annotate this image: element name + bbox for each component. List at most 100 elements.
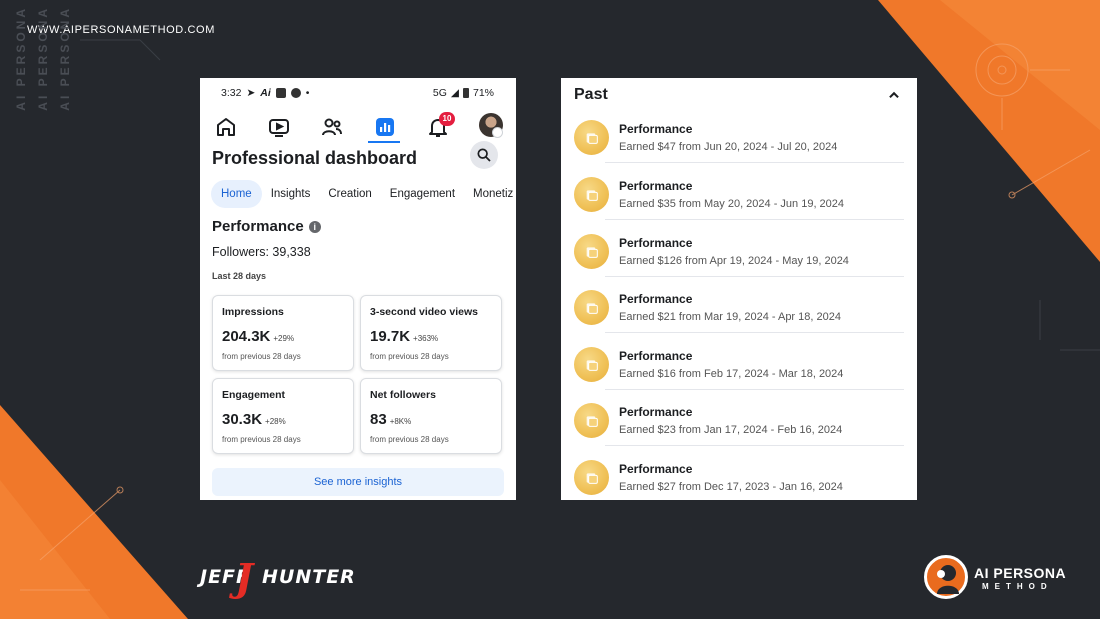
- list-item[interactable]: Performance Earned $47 from Jun 20, 2024…: [561, 116, 917, 172]
- page-title: Professional dashboard: [212, 148, 418, 168]
- divider: [605, 445, 904, 446]
- coin-stack-icon: [574, 234, 609, 269]
- card-note: from previous 28 days: [370, 352, 449, 361]
- divider: [605, 276, 904, 277]
- tab-monetization[interactable]: Monetiz: [464, 180, 516, 208]
- coin-stack-icon: [574, 347, 609, 382]
- vertical-brand-text: AI PERSONA: [58, 6, 72, 111]
- app-icon: Ai: [260, 87, 271, 99]
- payout-title: Performance: [619, 462, 693, 476]
- vertical-brand-text: AI PERSONA: [14, 6, 28, 111]
- card-note: from previous 28 days: [222, 352, 301, 361]
- coin-stack-icon: [574, 290, 609, 325]
- list-item[interactable]: Performance Earned $23 from Jan 17, 2024…: [561, 399, 917, 455]
- jeff-hunter-logo: JEFF J HUNTER: [200, 555, 355, 600]
- status-time: 3:32: [221, 87, 242, 99]
- network-label: 5G: [432, 87, 447, 99]
- list-item[interactable]: Performance Earned $27 from Dec 17, 2023…: [561, 456, 917, 500]
- telegram-icon: ➤: [246, 87, 256, 99]
- battery-level: 71%: [472, 87, 494, 99]
- engagement-card[interactable]: Engagement 30.3K +28% from previous 28 da…: [212, 378, 354, 454]
- list-item[interactable]: Performance Earned $126 from Apr 19, 202…: [561, 230, 917, 286]
- background-decoration: [0, 0, 1100, 619]
- card-delta: +8K%: [389, 417, 412, 426]
- ai-persona-badge-icon: [924, 555, 968, 599]
- divider: [605, 219, 904, 220]
- card-label: Net followers: [370, 389, 436, 401]
- coin-stack-icon: [574, 120, 609, 155]
- card-value: 83 +8K%: [370, 411, 412, 428]
- card-value: 30.3K +28%: [222, 411, 286, 428]
- menu-icon: [492, 127, 503, 138]
- dashboard-icon[interactable]: [373, 115, 397, 139]
- linkedin-icon: [275, 88, 286, 98]
- card-note: from previous 28 days: [222, 435, 301, 444]
- period-label: Last 28 days: [212, 271, 267, 281]
- logo-j: J: [235, 555, 253, 600]
- card-value: 19.7K +363%: [370, 328, 439, 345]
- payout-description: Earned $23 from Jan 17, 2024 - Feb 16, 2…: [619, 424, 843, 436]
- payout-title: Performance: [619, 405, 693, 419]
- card-note: from previous 28 days: [370, 435, 449, 444]
- card-label: Engagement: [222, 389, 286, 401]
- tab-insights[interactable]: Insights: [262, 180, 320, 208]
- logo-name: AI PERSONA: [974, 565, 1067, 581]
- past-payouts-screenshot: Past Performance Earned $47 from Jun 20,…: [561, 78, 917, 500]
- divider: [605, 162, 904, 163]
- performance-title: Performance: [212, 218, 304, 235]
- search-button[interactable]: [470, 141, 498, 169]
- divider: [605, 332, 904, 333]
- video-icon[interactable]: [267, 115, 291, 139]
- section-title: Past: [574, 86, 608, 103]
- card-label: Impressions: [222, 306, 284, 318]
- payout-title: Performance: [619, 122, 693, 136]
- card-value: 204.3K +29%: [222, 328, 295, 345]
- tab-home[interactable]: Home: [211, 180, 262, 208]
- payout-description: Earned $47 from Jun 20, 2024 - Jul 20, 2…: [619, 141, 838, 153]
- home-icon[interactable]: [214, 115, 238, 139]
- friends-icon[interactable]: [320, 115, 344, 139]
- battery-icon: [462, 88, 469, 98]
- payout-title: Performance: [619, 236, 693, 250]
- coin-stack-icon: [574, 460, 609, 495]
- payout-description: Earned $35 from May 20, 2024 - Jun 19, 2…: [619, 198, 845, 210]
- site-url: WWW.AIPERSONAMETHOD.COM: [27, 24, 215, 36]
- tab-creation[interactable]: Creation: [319, 180, 380, 208]
- dashboard-screenshot: 3:32 ➤ Ai • 5G ◢ 71% 10 Professional das…: [200, 78, 516, 500]
- logo-text-right: HUNTER: [262, 566, 356, 588]
- ai-persona-logo: AI PERSONA METHOD: [924, 555, 1074, 603]
- top-nav: 10: [200, 112, 516, 143]
- dashboard-tabs: Home Insights Creation Engagement Monetiz: [211, 180, 516, 208]
- payout-title: Performance: [619, 349, 693, 363]
- payout-title: Performance: [619, 179, 693, 193]
- chevron-up-icon[interactable]: [887, 88, 901, 102]
- active-tab-indicator: [368, 141, 400, 143]
- card-label: 3-second video views: [370, 306, 478, 318]
- coin-stack-icon: [574, 403, 609, 438]
- list-item[interactable]: Performance Earned $16 from Feb 17, 2024…: [561, 343, 917, 399]
- card-delta: +29%: [273, 334, 295, 343]
- net-followers-card[interactable]: Net followers 83 +8K% from previous 28 da…: [360, 378, 502, 454]
- facebook-icon: [290, 88, 301, 98]
- card-delta: +28%: [265, 417, 286, 426]
- video-views-card[interactable]: 3-second video views 19.7K +363% from pre…: [360, 295, 502, 371]
- followers-count: Followers: 39,338: [212, 245, 311, 259]
- payout-description: Earned $126 from Apr 19, 2024 - May 19, …: [619, 255, 849, 267]
- coin-stack-icon: [574, 177, 609, 212]
- search-icon: [477, 148, 491, 162]
- list-item[interactable]: Performance Earned $21 from Mar 19, 2024…: [561, 286, 917, 342]
- tab-engagement[interactable]: Engagement: [381, 180, 464, 208]
- impressions-card[interactable]: Impressions 204.3K +29% from previous 28 …: [212, 295, 354, 371]
- status-bar: 3:32 ➤ Ai • 5G ◢ 71%: [200, 78, 516, 108]
- divider: [605, 389, 904, 390]
- signal-icon: ◢: [450, 87, 459, 99]
- performance-heading: Performance i: [212, 218, 321, 235]
- card-delta: +363%: [413, 334, 439, 343]
- payout-description: Earned $27 from Dec 17, 2023 - Jan 16, 2…: [619, 481, 843, 493]
- info-icon[interactable]: i: [308, 220, 321, 233]
- see-more-insights-button[interactable]: See more insights: [212, 468, 504, 496]
- payout-description: Earned $21 from Mar 19, 2024 - Apr 18, 2…: [619, 311, 841, 323]
- vertical-brand-text: AI PERSONA: [36, 6, 50, 111]
- list-item[interactable]: Performance Earned $35 from May 20, 2024…: [561, 173, 917, 229]
- notification-badge: 10: [439, 112, 455, 126]
